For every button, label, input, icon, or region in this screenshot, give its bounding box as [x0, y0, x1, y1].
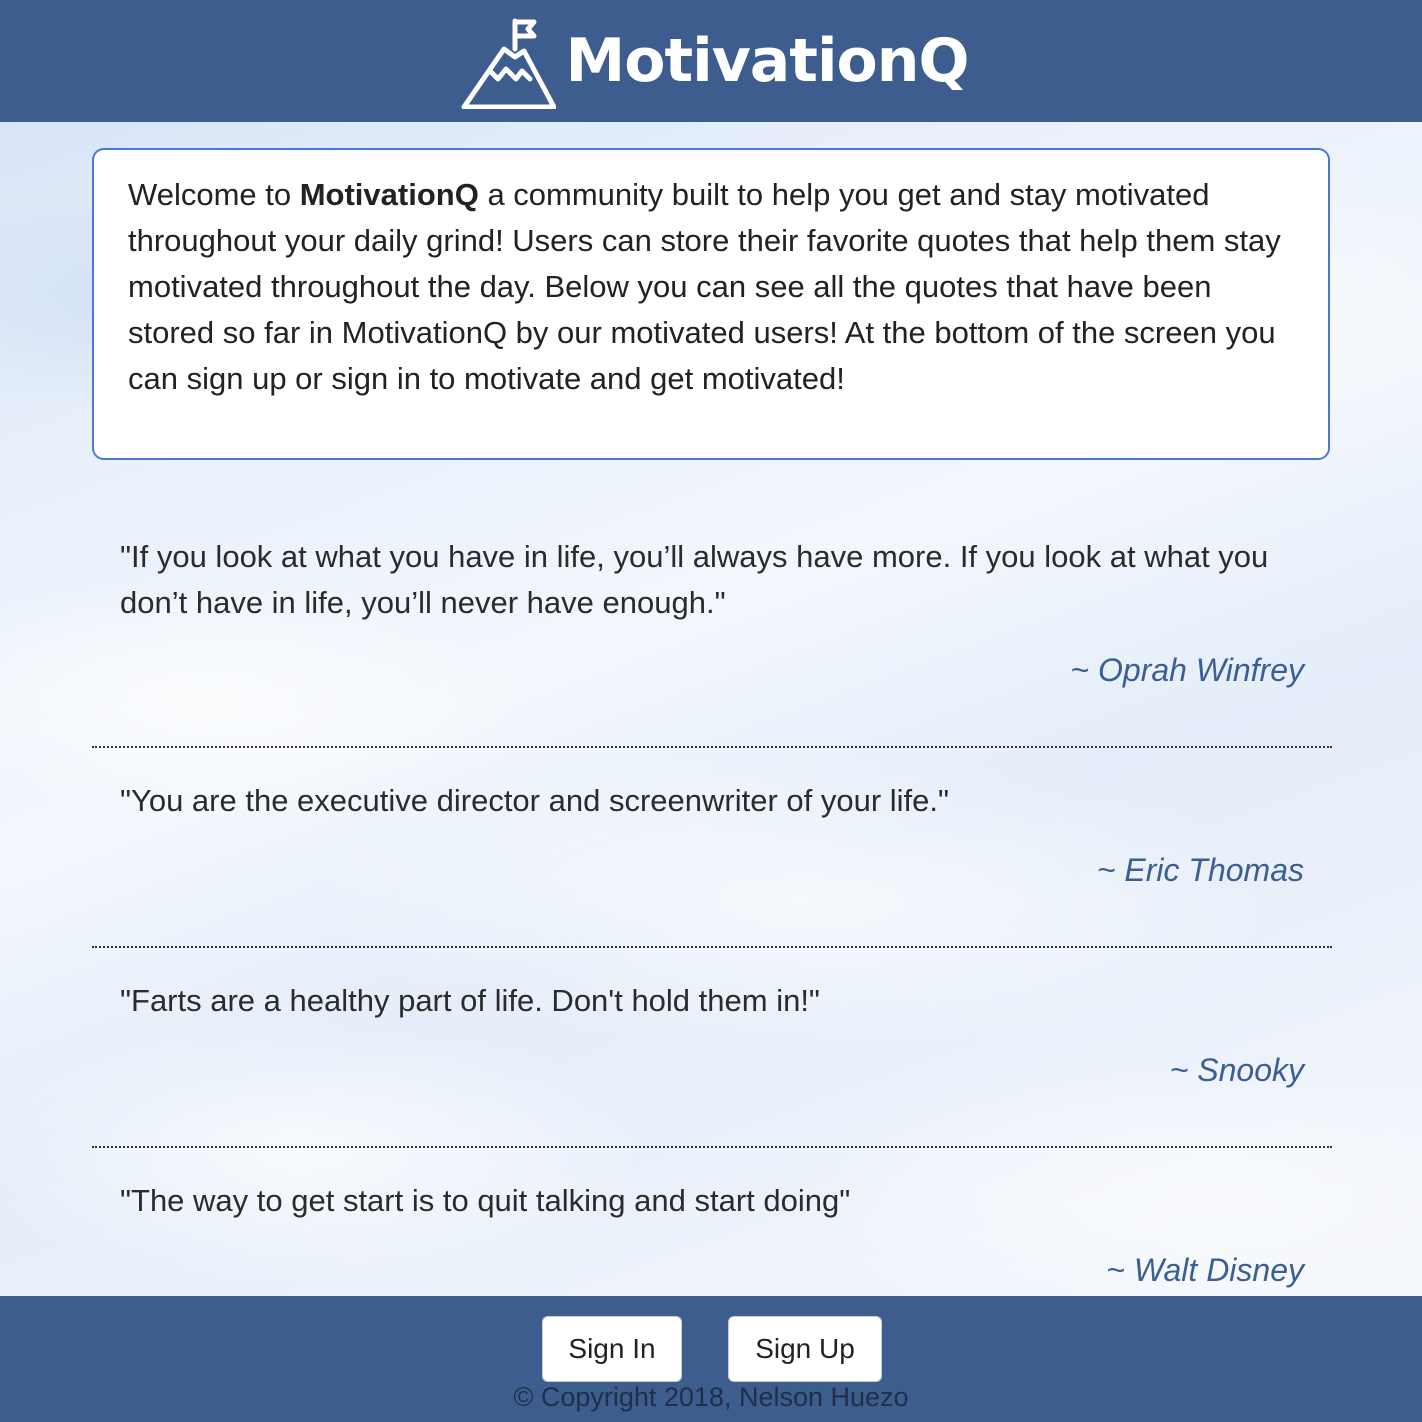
- brand-logo[interactable]: MotivationQ: [460, 13, 969, 109]
- welcome-lead: Welcome to: [128, 177, 300, 212]
- quote-text: "You are the executive director and scre…: [120, 783, 950, 818]
- quote-text: "Farts are a healthy part of life. Don't…: [120, 983, 820, 1018]
- site-footer: Sign In Sign Up © Copyright 2018, Nelson…: [0, 1296, 1422, 1422]
- welcome-box: Welcome to MotivationQ a community built…: [92, 148, 1330, 460]
- quote-author: ~ Snooky: [1169, 1052, 1304, 1088]
- welcome-brand: MotivationQ: [299, 177, 479, 212]
- mountain-flag-icon: [461, 18, 556, 109]
- quote-item: "You are the executive director and scre…: [92, 748, 1332, 946]
- quote-item: "The way to get start is to quit talking…: [92, 1148, 1332, 1298]
- quote-author: ~ Oprah Winfrey: [1070, 652, 1304, 688]
- quote-author: ~ Eric Thomas: [1096, 852, 1304, 888]
- quote-author: ~ Walt Disney: [1106, 1252, 1304, 1288]
- quote-item: "Farts are a healthy part of life. Don't…: [92, 948, 1332, 1146]
- quote-text: "If you look at what you have in life, y…: [120, 539, 1269, 620]
- brand-name: MotivationQ: [565, 26, 970, 96]
- quote-text: "The way to get start is to quit talking…: [120, 1183, 851, 1218]
- sign-in-button[interactable]: Sign In: [542, 1316, 682, 1382]
- sign-up-button[interactable]: Sign Up: [728, 1316, 882, 1382]
- copyright-text: © Copyright 2018, Nelson Huezo: [513, 1382, 909, 1412]
- quote-item: "If you look at what you have in life, y…: [92, 530, 1332, 746]
- quote-list: "If you look at what you have in life, y…: [92, 530, 1332, 1298]
- site-header: MotivationQ: [0, 0, 1422, 122]
